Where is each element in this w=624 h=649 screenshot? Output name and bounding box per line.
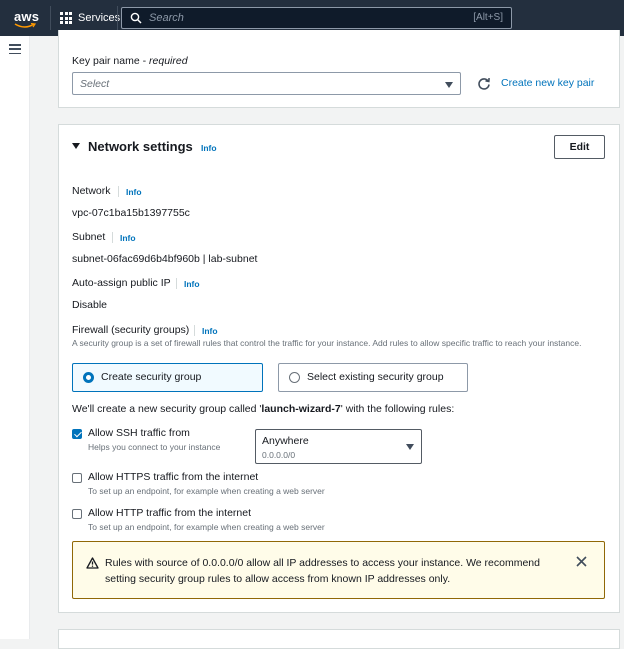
caret-down-icon	[406, 444, 414, 450]
allow-http-checkbox[interactable]	[72, 509, 82, 519]
search-icon	[130, 12, 142, 24]
label-divider	[176, 278, 177, 289]
allow-ssh-label: Allow SSH traffic from	[88, 427, 190, 439]
network-value: vpc-07c1ba15b1397755c	[72, 207, 190, 219]
collapse-triangle-icon[interactable]	[72, 143, 80, 149]
public-ip-value: Disable	[72, 299, 108, 311]
key-pair-select-placeholder: Select	[80, 78, 110, 90]
subnet-value: subnet-06fac69d6b4bf960b | lab-subnet	[72, 253, 258, 265]
firewall-description: A security group is a set of firewall ru…	[72, 338, 582, 348]
allow-https-label: Allow HTTPS traffic from the internet	[88, 471, 259, 483]
search-input[interactable]: Search [Alt+S]	[121, 7, 512, 29]
allow-ssh-description: Helps you connect to your instance	[88, 442, 221, 452]
close-icon[interactable]	[576, 556, 587, 567]
key-pair-select[interactable]: Select	[72, 72, 461, 95]
radio-selected	[83, 372, 94, 383]
aws-smile-icon	[14, 23, 36, 28]
key-pair-label: Key pair name - required	[72, 55, 188, 67]
allow-http-label: Allow HTTP traffic from the internet	[88, 507, 252, 519]
ssh-source-value: Anywhere	[262, 435, 309, 447]
services-label: Services	[78, 12, 121, 24]
key-pair-panel	[58, 30, 620, 108]
services-menu-button[interactable]: Services	[60, 10, 120, 26]
allow-ssh-checkbox[interactable]	[72, 429, 82, 439]
caret-down-icon	[445, 82, 453, 88]
network-info-link[interactable]: Info	[126, 187, 142, 197]
firewall-label: Firewall (security groups)	[72, 324, 190, 336]
open-ip-warning-alert: Rules with source of 0.0.0.0/0 allow all…	[72, 541, 605, 599]
aws-logo-text: aws	[14, 9, 40, 24]
label-divider	[194, 325, 195, 336]
next-panel	[58, 629, 620, 649]
network-settings-info-link[interactable]: Info	[201, 143, 217, 153]
public-ip-info-link[interactable]: Info	[184, 279, 200, 289]
security-group-name: launch-wizard-7	[261, 403, 341, 415]
network-label: Network	[72, 185, 111, 197]
warning-icon	[86, 557, 99, 569]
select-existing-security-group-label: Select existing security group	[307, 371, 444, 383]
network-settings-title: Network settings	[88, 139, 193, 154]
create-security-group-label: Create security group	[101, 371, 202, 383]
create-new-key-pair-link[interactable]: Create new key pair	[501, 77, 594, 89]
label-divider	[112, 232, 113, 243]
topbar-divider	[50, 6, 51, 30]
warning-text: Rules with source of 0.0.0.0/0 allow all…	[105, 557, 540, 585]
public-ip-label: Auto-assign public IP	[72, 277, 171, 289]
label-divider	[118, 186, 119, 197]
firewall-info-link[interactable]: Info	[202, 326, 218, 336]
ssh-source-select[interactable]: Anywhere 0.0.0.0/0	[255, 429, 422, 464]
aws-logo[interactable]: aws	[12, 6, 40, 28]
select-existing-security-group-option[interactable]: Select existing security group	[278, 363, 468, 392]
refresh-icon[interactable]	[477, 77, 491, 91]
search-shortcut-hint: [Alt+S]	[473, 12, 503, 23]
subnet-info-link[interactable]: Info	[120, 233, 136, 243]
side-navigation-rail	[0, 36, 30, 639]
required-marker: required	[149, 55, 188, 67]
ssh-source-cidr: 0.0.0.0/0	[262, 450, 296, 460]
subnet-label: Subnet	[72, 231, 106, 243]
menu-hamburger-icon[interactable]	[9, 44, 21, 54]
allow-https-description: To set up an endpoint, for example when …	[88, 486, 325, 496]
radio-unselected	[289, 372, 300, 383]
search-placeholder: Search	[149, 12, 184, 24]
topbar-divider	[117, 6, 118, 30]
edit-button[interactable]: Edit	[554, 135, 605, 159]
security-group-create-message: We'll create a new security group called…	[72, 403, 455, 415]
create-security-group-option[interactable]: Create security group	[72, 363, 263, 392]
services-grid-icon	[60, 12, 72, 24]
allow-https-checkbox[interactable]	[72, 473, 82, 483]
allow-http-description: To set up an endpoint, for example when …	[88, 522, 325, 532]
